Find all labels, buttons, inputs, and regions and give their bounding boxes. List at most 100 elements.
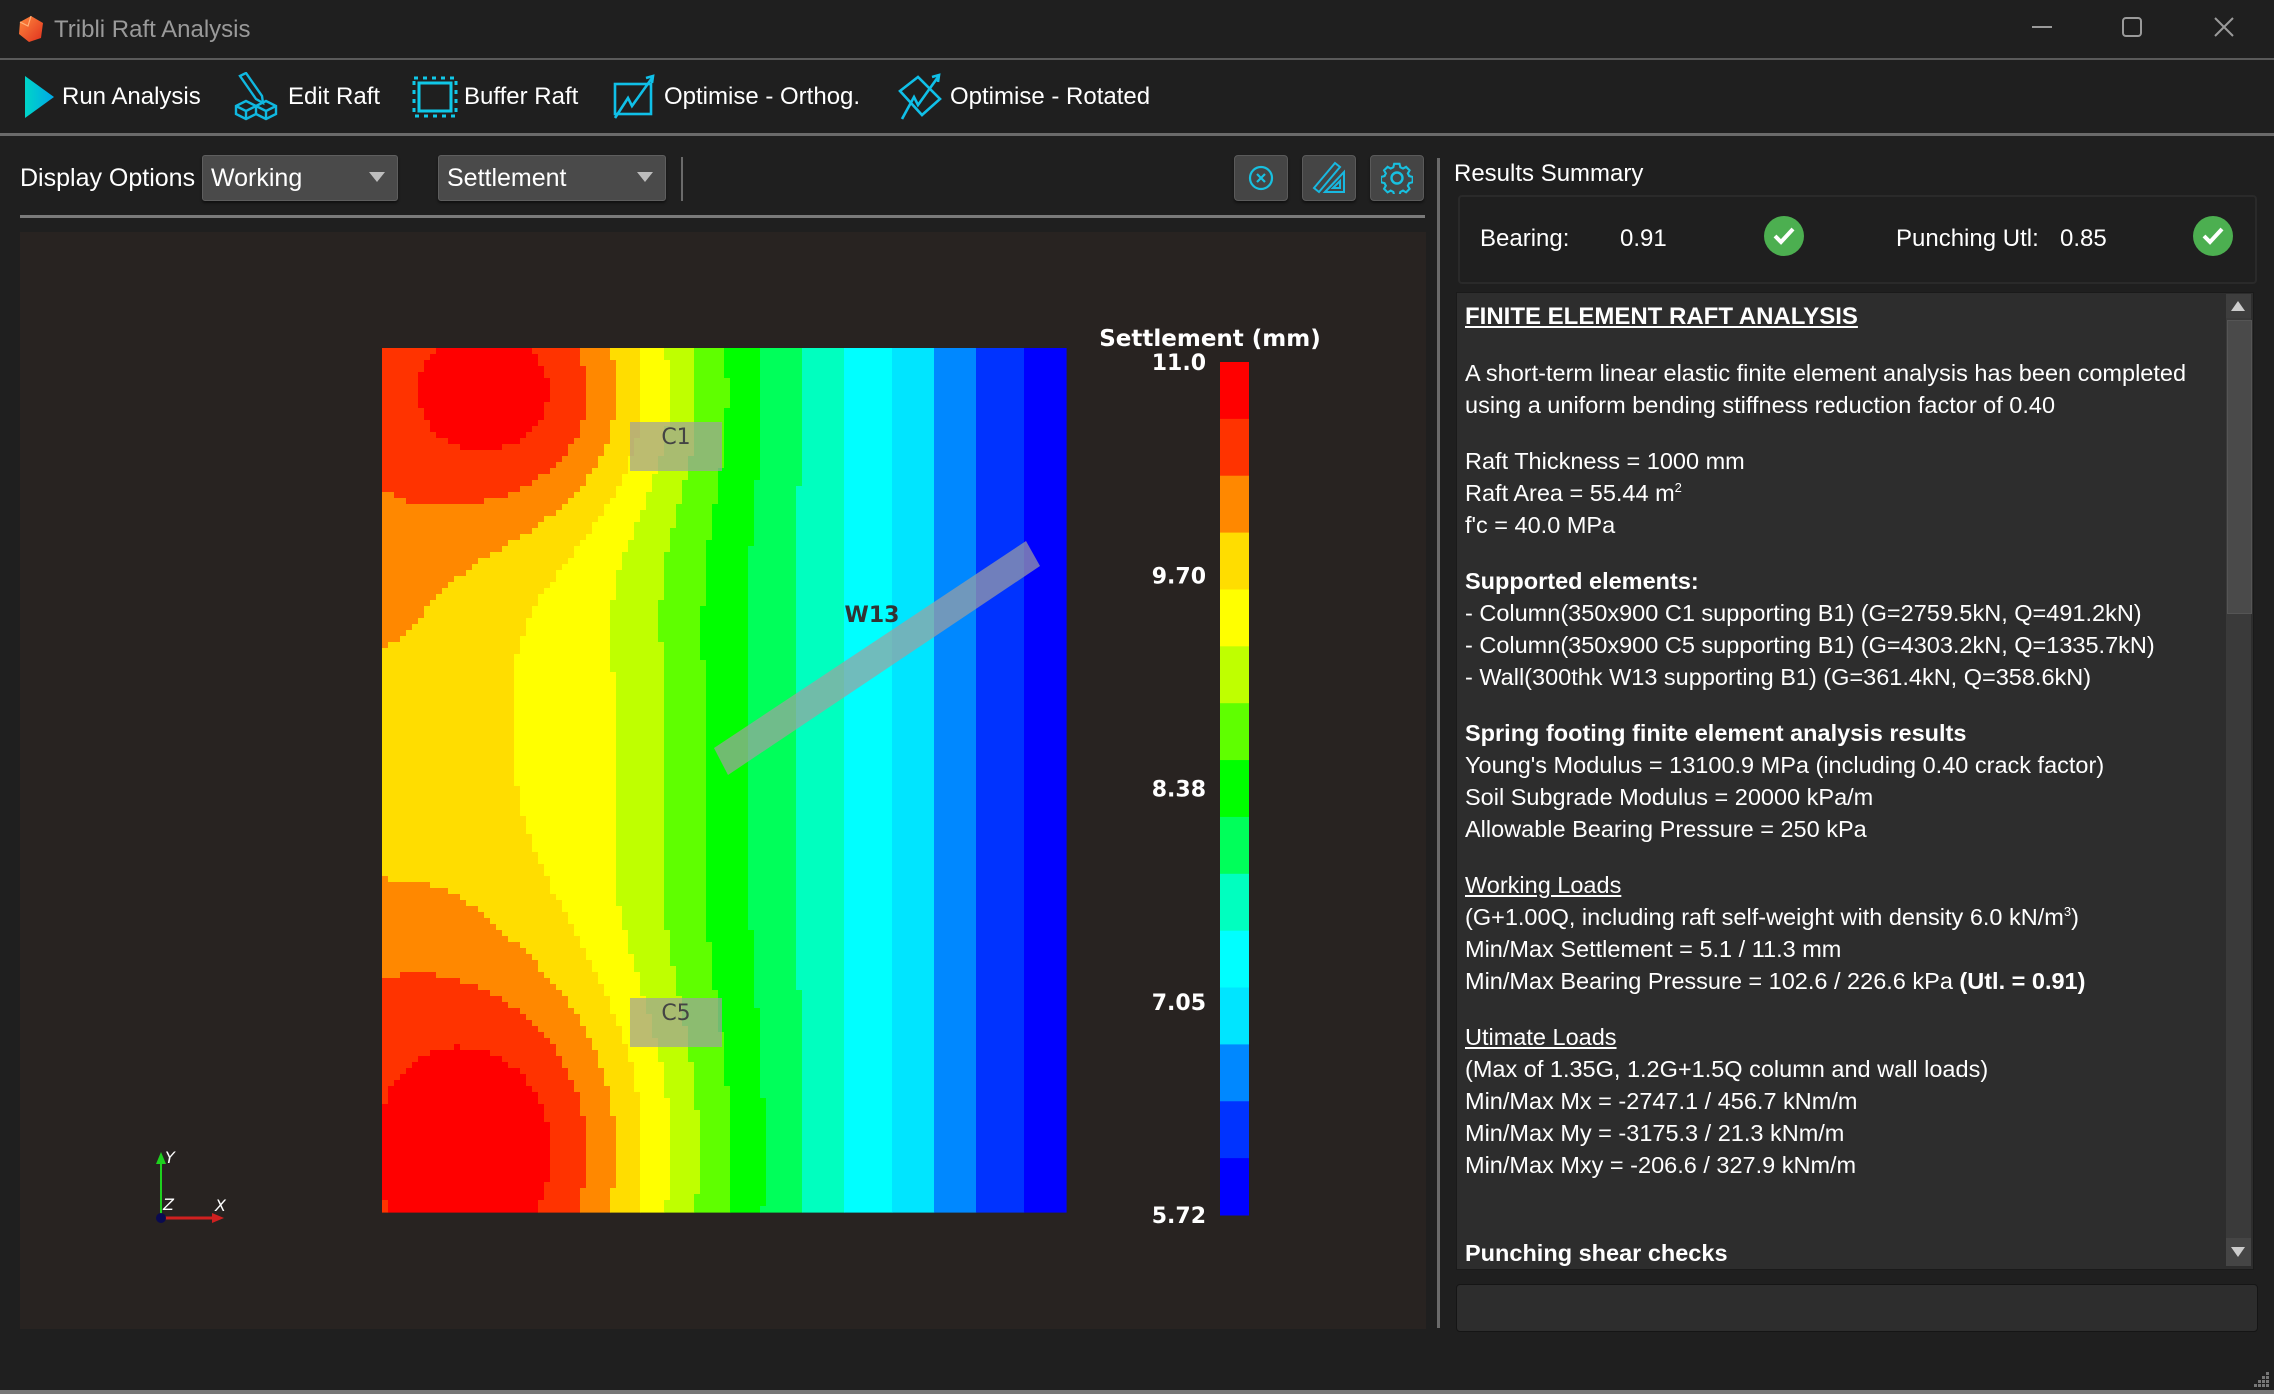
contour-band: [640, 972, 677, 979]
contour-band: [934, 780, 977, 787]
contour-band: [844, 1188, 893, 1195]
contour-band: [844, 924, 893, 931]
contour-band: [802, 1020, 845, 1027]
contour-band: [844, 582, 893, 589]
command-input[interactable]: [1456, 1284, 2258, 1332]
contour-band: [748, 648, 797, 655]
contour-band: [664, 756, 707, 763]
measure-button[interactable]: [1302, 155, 1356, 201]
contour-band: [640, 1170, 671, 1177]
contour-band: [1024, 846, 1067, 853]
contour-band: [760, 390, 803, 397]
contour-band: [1024, 594, 1067, 601]
contour-band: [670, 546, 707, 553]
contour-band: [418, 390, 551, 397]
contour-band: [934, 1002, 977, 1009]
contour-band: [628, 948, 671, 955]
contour-band: [976, 918, 1025, 925]
contour-band: [508, 1002, 569, 1009]
contour-band: [610, 1110, 641, 1117]
contour-band: [748, 822, 797, 829]
contour-band: [616, 390, 641, 397]
contour-band: [616, 1152, 641, 1159]
contour-band: [934, 1098, 977, 1105]
contour-band: [616, 888, 665, 895]
contour-band: [892, 438, 935, 445]
contour-band: [706, 558, 749, 565]
contour-band: [628, 1050, 659, 1057]
optimise-rotated-button[interactable]: Optimise - Rotated: [896, 68, 1150, 126]
contour-band: [382, 912, 485, 919]
contour-band: [892, 960, 935, 967]
contour-band: [976, 1032, 1025, 1039]
supported-heading: Supported elements:: [1465, 568, 1699, 594]
z-axis-label: Z: [162, 1195, 175, 1214]
contour-band: [934, 546, 977, 553]
contour-band: [712, 528, 755, 535]
contour-band: [892, 1170, 935, 1177]
contour-band: [1024, 390, 1067, 397]
contour-band: [1024, 798, 1067, 805]
contour-band: [844, 372, 893, 379]
report-scrollbar[interactable]: [2226, 294, 2252, 1266]
contour-band: [934, 906, 977, 913]
contour-band: [844, 576, 893, 583]
contour-band: [580, 1206, 611, 1213]
maximize-button[interactable]: [2112, 10, 2152, 48]
contour-band: [934, 696, 977, 703]
contour-band: [382, 498, 407, 505]
clear-button[interactable]: [1234, 155, 1288, 201]
contour-band: [796, 582, 845, 589]
resize-grip-icon[interactable]: [2250, 1368, 2270, 1388]
contour-band: [976, 942, 1025, 949]
contour-band: [934, 420, 977, 427]
scroll-down-button[interactable]: [2226, 1238, 2251, 1266]
contour-band: [844, 984, 893, 991]
report-text-panel[interactable]: FINITE ELEMENT RAFT ANALYSIS A short-ter…: [1456, 292, 2254, 1270]
contour-band: [706, 882, 749, 889]
contour-band: [976, 498, 1025, 505]
contour-band: [976, 486, 1025, 493]
contour-band: [664, 1068, 695, 1075]
contour-band: [382, 1074, 401, 1081]
contour-band: [1024, 780, 1067, 787]
contour-band: [844, 570, 893, 577]
contour-band: [616, 1182, 641, 1189]
contour-band: [664, 888, 707, 895]
load-case-dropdown[interactable]: Working: [202, 155, 398, 201]
contour-plot-view[interactable]: C1 C5 W13 Settlement (mm) 11.0 9.70 8.38 7.05…: [20, 232, 1426, 1329]
contour-band: [670, 372, 695, 379]
optimise-orthog-button[interactable]: Optimise - Orthog.: [612, 68, 860, 126]
colorbar-band: [1220, 418, 1249, 477]
contour-band: [688, 474, 719, 481]
contour-band: [382, 456, 563, 463]
contour-band: [622, 924, 665, 931]
contour-band: [934, 990, 977, 997]
contour-band: [844, 1038, 893, 1045]
minimize-button[interactable]: [2022, 10, 2062, 48]
close-button[interactable]: [2204, 10, 2244, 48]
contour-band: [976, 648, 1025, 655]
contour-band: [754, 972, 797, 979]
result-type-dropdown[interactable]: Settlement: [438, 155, 666, 201]
settings-button[interactable]: [1370, 155, 1424, 201]
optimise-orthog-icon: [613, 74, 655, 119]
contour-band: [1024, 504, 1067, 511]
edit-raft-button[interactable]: Edit Raft: [234, 68, 380, 126]
contour-band: [754, 948, 797, 955]
contour-band: [622, 918, 665, 925]
contour-band: [934, 1152, 977, 1159]
contour-band: [934, 954, 977, 961]
panel-splitter[interactable]: [1437, 158, 1440, 1328]
contour-band: [532, 528, 593, 535]
contour-band: [748, 888, 797, 895]
contour-band: [382, 1146, 551, 1153]
contour-band: [760, 1086, 803, 1093]
scroll-up-button[interactable]: [2226, 294, 2251, 318]
contour-band: [796, 738, 845, 745]
run-analysis-button[interactable]: Run Analysis: [22, 68, 201, 126]
buffer-raft-button[interactable]: Buffer Raft: [412, 68, 578, 126]
contour-band: [1024, 834, 1067, 841]
scroll-thumb[interactable]: [2227, 320, 2252, 614]
contour-band: [670, 540, 707, 547]
